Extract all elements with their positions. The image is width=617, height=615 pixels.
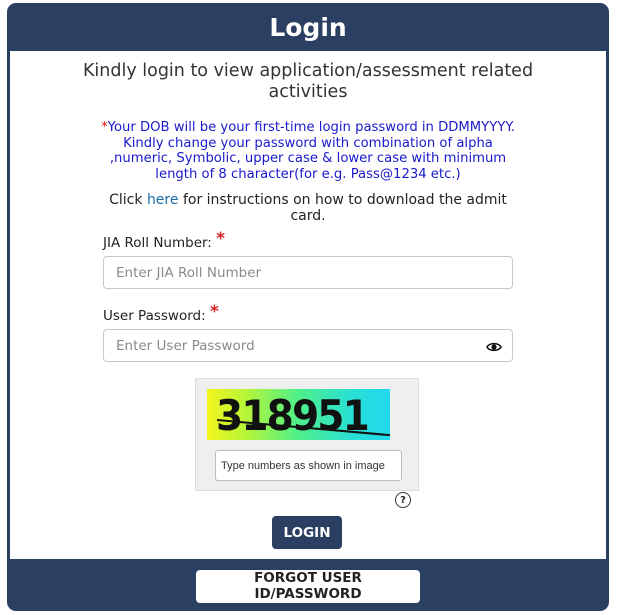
- page-title: Login: [269, 12, 347, 42]
- intro-text: Kindly login to view application/assessm…: [82, 61, 534, 102]
- password-label-text: User Password:: [103, 308, 206, 324]
- login-button[interactable]: LOGIN: [272, 516, 342, 549]
- question-circle-icon[interactable]: ?: [395, 492, 411, 508]
- required-mark: *: [216, 229, 226, 249]
- roll-number-label-text: JIA Roll Number:: [103, 235, 212, 251]
- password-input[interactable]: [104, 330, 486, 361]
- captcha-code: 318951: [216, 391, 370, 440]
- password-notice: *Your DOB will be your first-time login …: [98, 120, 518, 182]
- roll-number-input[interactable]: [104, 257, 486, 288]
- card-footer: FORGOT USER ID/PASSWORD: [7, 559, 609, 611]
- eye-icon[interactable]: [486, 339, 502, 353]
- instructions-line: Click here for instructions on how to do…: [100, 192, 516, 224]
- roll-number-label: JIA Roll Number: *: [103, 229, 226, 252]
- instructions-suffix: for instructions on how to download the …: [178, 192, 507, 224]
- login-form: Kindly login to view application/assessm…: [10, 51, 606, 559]
- captcha-box: 318951: [195, 378, 419, 491]
- captcha-image: 318951: [207, 389, 390, 440]
- captcha-input[interactable]: [216, 451, 399, 480]
- required-mark: *: [209, 302, 219, 322]
- instructions-prefix: Click: [109, 192, 147, 208]
- captcha-field[interactable]: [215, 450, 402, 481]
- instructions-link[interactable]: here: [147, 192, 179, 208]
- notice-text: Your DOB will be your first-time login p…: [107, 120, 515, 182]
- roll-number-field[interactable]: [103, 256, 513, 289]
- forgot-password-button[interactable]: FORGOT USER ID/PASSWORD: [196, 569, 420, 603]
- password-field[interactable]: [103, 329, 513, 362]
- password-label: User Password: *: [103, 302, 219, 325]
- notice-star: *: [101, 120, 108, 135]
- card-header: Login: [7, 3, 609, 51]
- login-card: Login Kindly login to view application/a…: [7, 3, 609, 611]
